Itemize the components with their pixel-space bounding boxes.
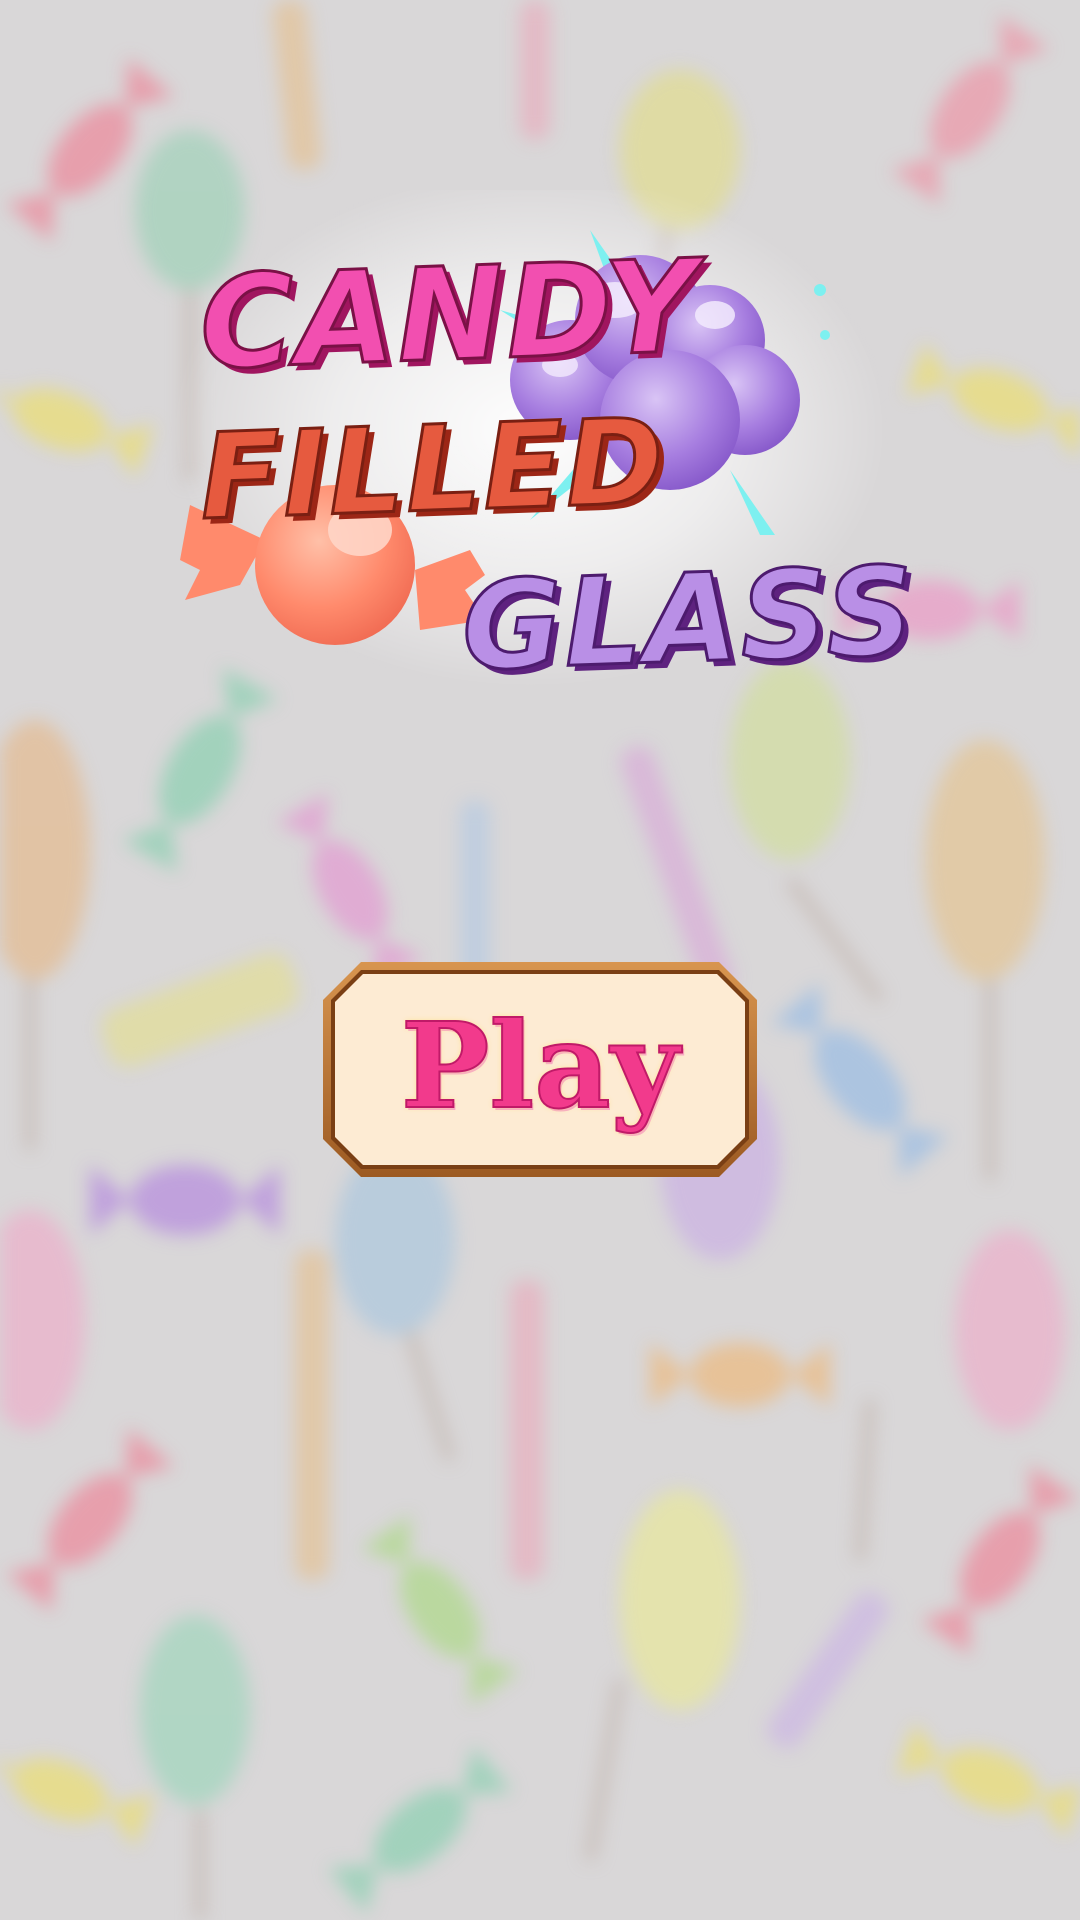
logo-line-filled: FILLED <box>196 390 669 547</box>
logo-line-glass: GLASS <box>458 539 919 700</box>
play-button[interactable]: Play <box>323 962 757 1177</box>
play-button-label: Play <box>400 995 681 1136</box>
logo-line-candy: CANDY <box>196 231 703 400</box>
game-logo: CANDY FILLED GLASS <box>170 190 920 750</box>
